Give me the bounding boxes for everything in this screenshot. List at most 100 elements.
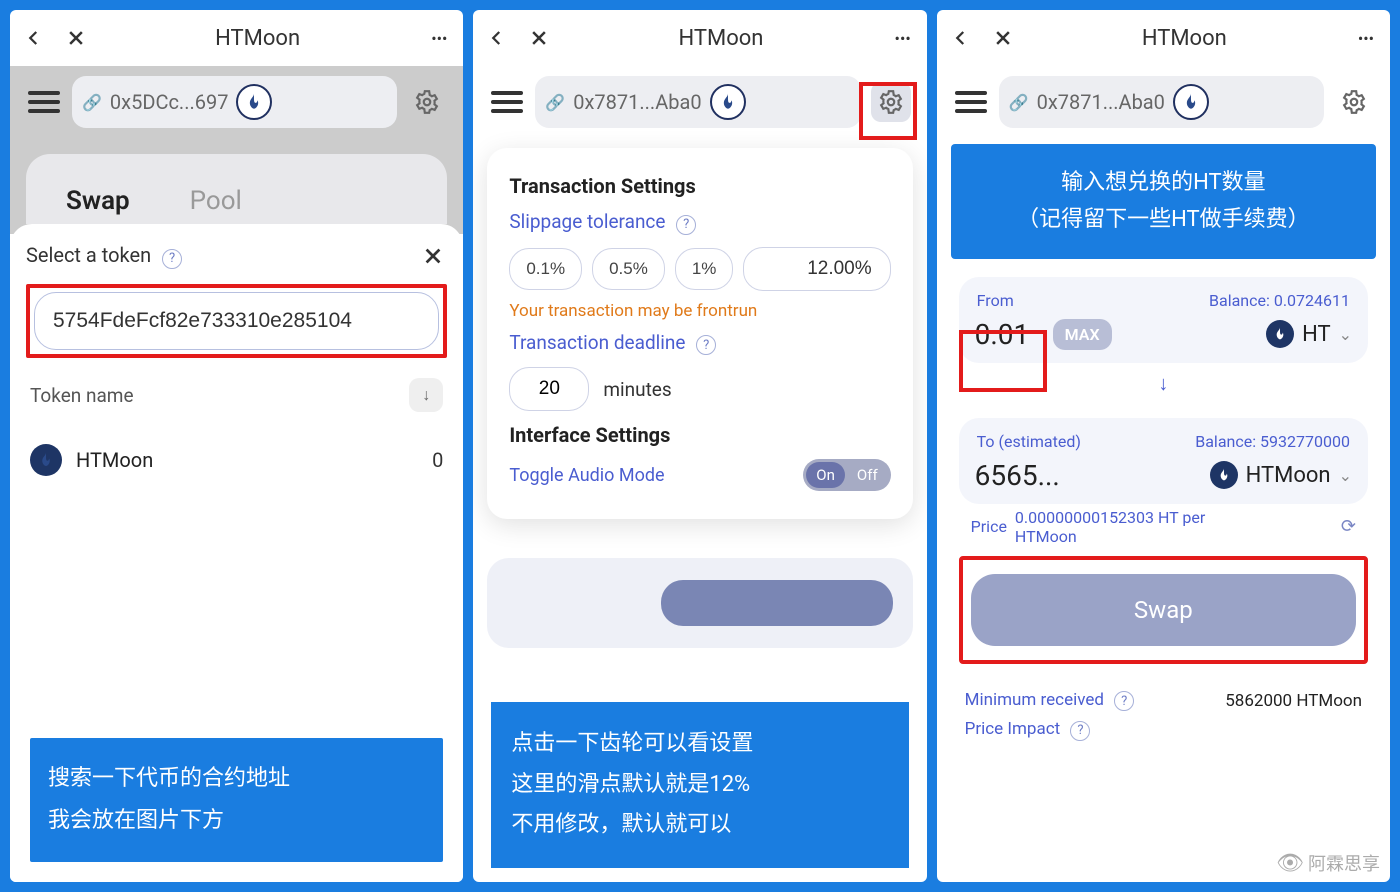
chevron-down-icon: ⌄ (1339, 325, 1352, 344)
slippage-custom-input[interactable] (743, 247, 890, 291)
deadline-unit: minutes (603, 378, 671, 401)
to-amount[interactable]: 6565... (975, 459, 1202, 492)
ht-icon (1266, 320, 1294, 348)
highlight-swap-box: Swap (959, 556, 1368, 664)
help-icon[interactable]: ? (696, 335, 716, 355)
deadline-label: Transaction deadline ? (509, 331, 890, 356)
annotation-banner: 输入想兑换的HT数量 （记得留下一些HT做手续费） (951, 144, 1376, 259)
token-name-label: Token name (30, 384, 134, 407)
settings-icon[interactable] (1334, 82, 1374, 122)
link-icon: 🔗 (82, 93, 102, 112)
htmoon-icon (30, 444, 62, 476)
price-label: Price (971, 517, 1007, 536)
swap-footer: Minimum received ? 5862000 HTMoon Price … (951, 680, 1376, 751)
sheet-close-icon[interactable] (419, 242, 447, 270)
price-value: 0.00000000152303 HT per HTMoon (1015, 508, 1255, 546)
screen-3: HTMoon ••• 🔗 0x7871...Aba0 输入想兑换的HT数量 （记… (937, 10, 1390, 882)
from-token-selector[interactable]: HT ⌄ (1266, 320, 1352, 348)
window-topbar: HTMoon ••• (937, 10, 1390, 66)
token-name-header: Token name ↓ (26, 364, 447, 426)
sort-icon[interactable]: ↓ (409, 378, 443, 412)
to-token-selector[interactable]: HTMoon ⌄ (1210, 461, 1352, 489)
from-label: From (977, 291, 1014, 310)
huobi-icon (710, 84, 746, 120)
settings-panel: Transaction Settings Slippage tolerance … (487, 148, 912, 519)
refresh-icon[interactable]: ⟳ (1341, 516, 1356, 537)
window-title: HTMoon (553, 26, 888, 51)
slippage-label: Slippage tolerance ? (509, 210, 890, 235)
interface-settings-title: Interface Settings (509, 423, 890, 447)
slippage-option-3[interactable]: 1% (675, 248, 734, 290)
wallet-address: 0x7871...Aba0 (1037, 90, 1165, 114)
help-icon[interactable]: ? (162, 249, 182, 269)
to-label: To (estimated) (977, 432, 1081, 451)
from-balance: Balance: 0.0724611 (1209, 291, 1350, 310)
highlight-gear-box (859, 82, 917, 140)
highlight-amount-box (959, 330, 1047, 392)
max-button[interactable]: MAX (1053, 319, 1112, 350)
more-icon[interactable]: ••• (1352, 24, 1380, 52)
swap-card: From Balance: 0.0724611 0.01 MAX HT ⌄ ↓ (951, 261, 1376, 680)
min-received-label: Minimum received ? (965, 690, 1135, 712)
highlight-search-box (26, 284, 447, 358)
token-list-item[interactable]: HTMoon 0 (26, 426, 447, 494)
wallet-address: 0x5DCc...697 (110, 90, 229, 114)
help-icon[interactable]: ? (1070, 721, 1090, 741)
screen2-body: Transaction Settings Slippage tolerance … (473, 138, 926, 882)
close-icon[interactable] (62, 24, 90, 52)
price-row: Price 0.00000000152303 HT per HTMoon ⟳ (959, 504, 1368, 550)
select-token-sheet: Select a token ? Token name ↓ HTMoon 0 搜… (10, 224, 463, 882)
menu-icon[interactable] (26, 87, 62, 117)
swap-button[interactable]: Swap (971, 574, 1356, 646)
menu-icon[interactable] (953, 87, 989, 117)
tab-swap[interactable]: Swap (66, 178, 130, 224)
window-title: HTMoon (90, 26, 425, 51)
slippage-option-2[interactable]: 0.5% (592, 248, 665, 290)
address-pill[interactable]: 🔗 0x5DCc...697 (72, 76, 397, 128)
tab-pool[interactable]: Pool (190, 178, 242, 224)
address-pill[interactable]: 🔗 0x7871...Aba0 (535, 76, 860, 128)
transaction-settings-title: Transaction Settings (509, 174, 890, 198)
link-icon: 🔗 (545, 93, 565, 112)
app-toolbar: 🔗 0x5DCc...697 (10, 66, 463, 138)
close-icon[interactable] (525, 24, 553, 52)
help-icon[interactable]: ? (1114, 691, 1134, 711)
background-card (487, 558, 912, 648)
to-panel: To (estimated) Balance: 5932770000 6565.… (959, 418, 1368, 504)
annotation-callout: 点击一下齿轮可以看设置 这里的滑点默认就是12% 不用修改，默认就可以 (491, 702, 908, 868)
menu-icon[interactable] (489, 87, 525, 117)
weibo-watermark: 👁 阿霖思享 (1276, 850, 1380, 876)
token-search-input[interactable] (34, 292, 439, 350)
window-topbar: HTMoon ••• (10, 10, 463, 66)
sheet-title: Select a token ? (26, 243, 182, 269)
more-icon[interactable]: ••• (425, 24, 453, 52)
token-balance: 0 (432, 448, 443, 472)
min-received-value: 5862000 HTMoon (1225, 691, 1362, 711)
app-toolbar: 🔗 0x7871...Aba0 (937, 66, 1390, 138)
back-icon[interactable] (20, 24, 48, 52)
back-icon[interactable] (947, 24, 975, 52)
swap-pool-tabs: Swap Pool (26, 154, 447, 224)
close-icon[interactable] (989, 24, 1017, 52)
wallet-address: 0x7871...Aba0 (573, 90, 701, 114)
slippage-option-1[interactable]: 0.1% (509, 248, 582, 290)
price-impact-label: Price Impact ? (965, 719, 1091, 741)
address-pill[interactable]: 🔗 0x7871...Aba0 (999, 76, 1324, 128)
window-title: HTMoon (1017, 26, 1352, 51)
link-icon: 🔗 (1009, 93, 1029, 112)
chevron-down-icon: ⌄ (1339, 466, 1352, 485)
huobi-icon (1173, 84, 1209, 120)
huobi-icon (236, 84, 272, 120)
frontrun-warning: Your transaction may be frontrun (509, 301, 890, 321)
back-icon[interactable] (483, 24, 511, 52)
window-topbar: HTMoon ••• (473, 10, 926, 66)
token-name: HTMoon (76, 448, 418, 472)
audio-toggle[interactable]: On Off (803, 459, 890, 491)
settings-icon[interactable] (407, 82, 447, 122)
deadline-input[interactable] (509, 367, 589, 411)
help-icon[interactable]: ? (676, 215, 696, 235)
to-balance: Balance: 5932770000 (1195, 432, 1350, 451)
screen-1: HTMoon ••• 🔗 0x5DCc...697 Swap Pool Sele… (10, 10, 463, 882)
annotation-callout: 搜索一下代币的合约地址 我会放在图片下方 (30, 738, 443, 862)
more-icon[interactable]: ••• (889, 24, 917, 52)
